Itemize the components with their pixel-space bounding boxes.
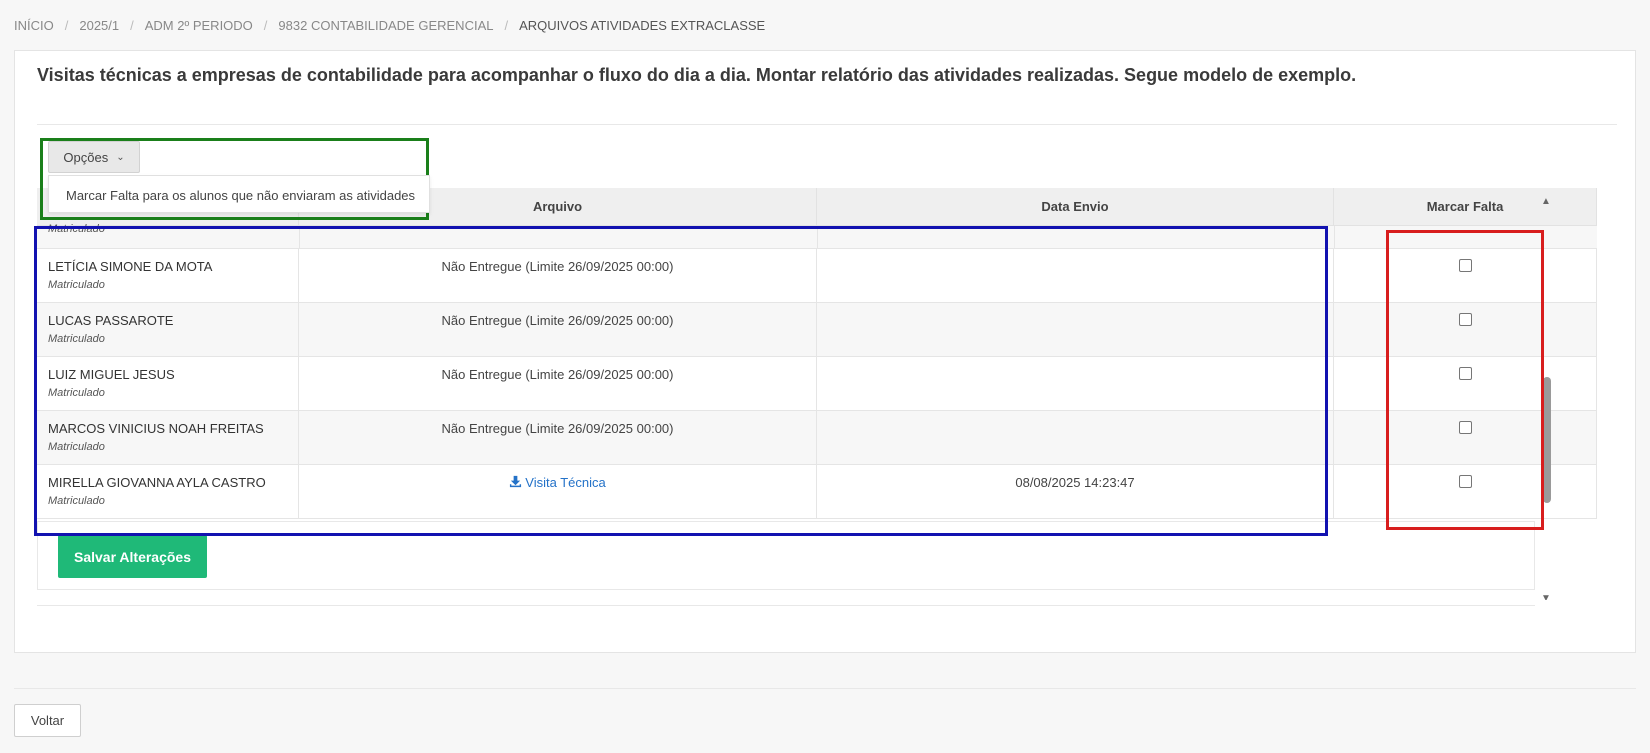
student-cell: LETÍCIA SIMONE DA MOTA Matriculado xyxy=(37,249,299,302)
marcar-falta-cell xyxy=(1334,303,1597,356)
table-row: LUCAS PASSAROTE Matriculado Não Entregue… xyxy=(37,303,1597,357)
marcar-falta-checkbox[interactable] xyxy=(1458,259,1472,272)
back-button[interactable]: Voltar xyxy=(14,704,81,737)
student-cell: LUCAS PASSAROTE Matriculado xyxy=(37,303,299,356)
download-icon xyxy=(510,475,522,488)
divider xyxy=(37,605,1535,606)
breadcrumb-item-course[interactable]: 9832 CONTABILIDADE GERENCIAL xyxy=(278,18,493,33)
table-row: LETÍCIA SIMONE DA MOTA Matriculado Não E… xyxy=(37,249,1597,303)
table-row: MIRELLA GIOVANNA AYLA CASTRO Matriculado… xyxy=(37,465,1597,519)
marcar-falta-checkbox[interactable] xyxy=(1458,475,1472,488)
breadcrumb-item-current: ARQUIVOS ATIVIDADES EXTRACLASSE xyxy=(519,18,766,33)
table-row: MARCOS VINICIUS NOAH FREITAS Matriculado… xyxy=(37,411,1597,465)
data-envio-cell xyxy=(817,411,1334,464)
table-body: LETÍCIA SIMONE DA MOTA Matriculado Não E… xyxy=(37,249,1597,519)
marcar-falta-checkbox[interactable] xyxy=(1458,313,1472,326)
student-status: Matriculado xyxy=(48,279,105,291)
options-button[interactable]: Opções ⌄ xyxy=(48,141,140,173)
marcar-falta-cell xyxy=(1334,465,1597,518)
options-dropdown-item[interactable]: Marcar Falta para os alunos que não envi… xyxy=(48,175,430,213)
student-cell: LUIZ MIGUEL JESUS Matriculado xyxy=(37,357,299,410)
marcar-falta-cell xyxy=(1334,411,1597,464)
student-name: LUIZ MIGUEL JESUS xyxy=(48,367,175,382)
divider xyxy=(37,124,1617,125)
student-name: MARCOS VINICIUS NOAH FREITAS xyxy=(48,421,264,436)
arquivo-cell: Não Entregue (Limite 26/09/2025 00:00) xyxy=(299,249,817,302)
marcar-falta-checkbox[interactable] xyxy=(1458,421,1472,434)
column-header-data-envio: Data Envio xyxy=(817,188,1334,225)
student-name: MIRELLA GIOVANNA AYLA CASTRO xyxy=(48,475,266,490)
student-status: Matriculado xyxy=(48,223,105,235)
breadcrumb-item-class[interactable]: ADM 2º PERIODO xyxy=(145,18,253,33)
marcar-falta-cell xyxy=(1334,357,1597,410)
student-name: LUCAS PASSAROTE xyxy=(48,313,174,328)
data-envio-cell xyxy=(817,357,1334,410)
scroll-down-arrow-icon[interactable]: ▼ xyxy=(1541,593,1551,600)
student-status: Matriculado xyxy=(48,333,105,345)
breadcrumb-separator: / xyxy=(64,18,69,33)
breadcrumb-item-period[interactable]: 2025/1 xyxy=(79,18,119,33)
student-cell: MIRELLA GIOVANNA AYLA CASTRO Matriculado xyxy=(37,465,299,518)
breadcrumb-separator: / xyxy=(263,18,268,33)
download-link[interactable]: Visita Técnica xyxy=(509,475,606,490)
table-row-partial: Matriculado xyxy=(37,223,1597,249)
student-status: Matriculado xyxy=(48,441,105,453)
activity-panel: Visitas técnicas a empresas de contabili… xyxy=(14,50,1636,653)
breadcrumb-item-inicio[interactable]: INÍCIO xyxy=(14,18,54,33)
cell-divider xyxy=(1334,226,1335,248)
breadcrumb-separator: / xyxy=(130,18,134,33)
options-button-label: Opções xyxy=(63,149,109,165)
actions-box xyxy=(37,521,1535,590)
cell-divider xyxy=(817,226,818,248)
chevron-down-icon: ⌄ xyxy=(116,151,125,163)
marcar-falta-checkbox[interactable] xyxy=(1458,367,1472,380)
student-status: Matriculado xyxy=(48,387,105,399)
arquivo-cell: Não Entregue (Limite 26/09/2025 00:00) xyxy=(299,303,817,356)
data-envio-cell: 08/08/2025 14:23:47 xyxy=(817,465,1334,518)
marcar-falta-cell xyxy=(1334,249,1597,302)
save-button[interactable]: Salvar Alterações xyxy=(58,535,207,578)
scroll-up-arrow-icon[interactable]: ▲ xyxy=(1541,196,1551,207)
arquivo-cell: Não Entregue (Limite 26/09/2025 00:00) xyxy=(299,411,817,464)
data-envio-cell xyxy=(817,303,1334,356)
activity-description: Visitas técnicas a empresas de contabili… xyxy=(37,65,1357,85)
data-envio-cell xyxy=(817,249,1334,302)
breadcrumb: INÍCIO / 2025/1 / ADM 2º PERIODO / 9832 … xyxy=(14,18,765,33)
breadcrumb-separator: / xyxy=(504,18,509,33)
scrollbar-thumb[interactable] xyxy=(1543,377,1551,503)
divider xyxy=(14,688,1636,689)
column-header-marcar-falta: Marcar Falta xyxy=(1334,188,1597,225)
student-name: LETÍCIA SIMONE DA MOTA xyxy=(48,259,213,274)
arquivo-cell: Não Entregue (Limite 26/09/2025 00:00) xyxy=(299,357,817,410)
download-link-label: Visita Técnica xyxy=(525,475,606,490)
arquivo-cell: Visita Técnica xyxy=(299,465,817,518)
cell-divider xyxy=(299,226,300,248)
student-status: Matriculado xyxy=(48,495,105,507)
table-row: LUIZ MIGUEL JESUS Matriculado Não Entreg… xyxy=(37,357,1597,411)
student-cell: MARCOS VINICIUS NOAH FREITAS Matriculado xyxy=(37,411,299,464)
